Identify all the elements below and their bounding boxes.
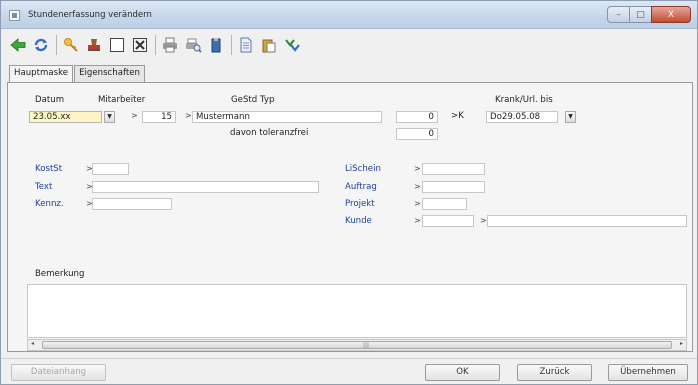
kunde-field[interactable] [422,215,474,227]
app-icon [9,10,20,21]
lischein-field[interactable] [422,163,485,175]
mitarbeiter-arrow: > [131,111,138,120]
bemerkung-textarea[interactable] [27,284,687,338]
gestd-typ-label: GeStd Typ [231,95,275,105]
minimize-button[interactable]: – [607,6,630,23]
kunde-name-field[interactable] [487,215,687,227]
name-arrow: > [185,111,192,120]
kunde-name-arrow: > [480,216,487,225]
mitarbeiter-label: Mitarbeiter [98,95,146,105]
bemerkung-label: Bemerkung [35,269,85,279]
auftrag-field[interactable] [422,181,485,193]
kennz-field[interactable] [92,198,172,210]
mitarbeiter-field[interactable]: 15 [142,111,176,123]
uebernehmen-button[interactable]: Übernehmen [608,364,688,381]
lischein-label: LiSchein [345,164,381,174]
paste-icon[interactable] [258,34,280,56]
dateianhang-button[interactable]: Dateianhang [11,364,106,381]
stamp-icon[interactable] [83,34,105,56]
empty-square-icon[interactable] [106,34,128,56]
window-controls: – □ X [607,6,691,23]
scrollbar-thumb[interactable]: ||| [42,341,672,349]
tab-hauptmaske[interactable]: Hauptmaske [9,65,74,83]
close-button[interactable]: X [651,6,691,23]
tab-eigenschaften[interactable]: Eigenschaften [74,65,145,82]
toolbar-separator [155,35,156,55]
ok-button[interactable]: OK [425,364,500,381]
back-arrow-icon[interactable] [7,34,29,56]
krank-bis-field[interactable]: Do29.05.08 [486,111,558,123]
davon-toleranzfrei-label: davon toleranzfrei [230,128,309,138]
kennz-label: Kennz. [35,199,64,209]
search-key-icon[interactable] [60,34,82,56]
projekt-arrow: > [414,199,421,208]
text-label: Text [35,182,53,192]
projekt-field[interactable] [422,198,467,210]
dialog-window: Stundenerfassung verändern – □ X Hauptma… [0,0,698,385]
document-icon[interactable] [235,34,257,56]
sort-down-icon[interactable] [281,34,303,56]
datum-field[interactable]: 23.05.xx [29,111,102,123]
printer-icon[interactable] [159,34,181,56]
kostst-label: KostSt [35,164,63,174]
datum-label: Datum [35,95,65,105]
scroll-left-icon[interactable]: ◂ [31,340,34,347]
print-preview-icon[interactable] [182,34,204,56]
typ-prefix: >K [451,111,464,121]
kunde-arrow: > [414,216,421,225]
lischein-arrow: > [414,164,421,173]
mitarbeiter-name-field[interactable]: Mustermann [192,111,382,123]
toolbar-separator [56,35,57,55]
button-bar: Dateianhang OK Zurück Übernehmen [1,358,697,384]
toolbar-separator [231,35,232,55]
refresh-icon[interactable] [30,34,52,56]
datum-dropdown-button[interactable]: ▼ [104,111,115,123]
zurueck-button[interactable]: Zurück [517,364,592,381]
projekt-label: Projekt [345,199,375,209]
toolbar [7,31,304,59]
toleranzfrei-field[interactable]: 0 [396,128,438,140]
maximize-button[interactable]: □ [629,6,652,23]
clipboard-icon[interactable] [205,34,227,56]
window-title: Stundenerfassung verändern [28,10,152,20]
title-bar: Stundenerfassung verändern – □ X [1,1,697,29]
scroll-grip-icon: ||| [363,342,370,349]
delete-box-icon[interactable] [129,34,151,56]
kunde-label: Kunde [345,216,372,226]
tab-strip: Hauptmaske Eigenschaften [9,65,146,83]
gestd-field[interactable]: 0 [396,111,438,123]
scroll-right-icon[interactable]: ▸ [680,340,683,347]
krank-bis-dropdown-button[interactable]: ▼ [565,111,576,123]
text-field[interactable] [92,181,319,193]
horizontal-scrollbar[interactable]: ◂ ||| ▸ [27,339,687,351]
kostst-field[interactable] [92,163,129,175]
auftrag-arrow: > [414,182,421,191]
krank-url-bis-label: Krank/Url. bis [495,95,553,105]
auftrag-label: Auftrag [345,182,377,192]
